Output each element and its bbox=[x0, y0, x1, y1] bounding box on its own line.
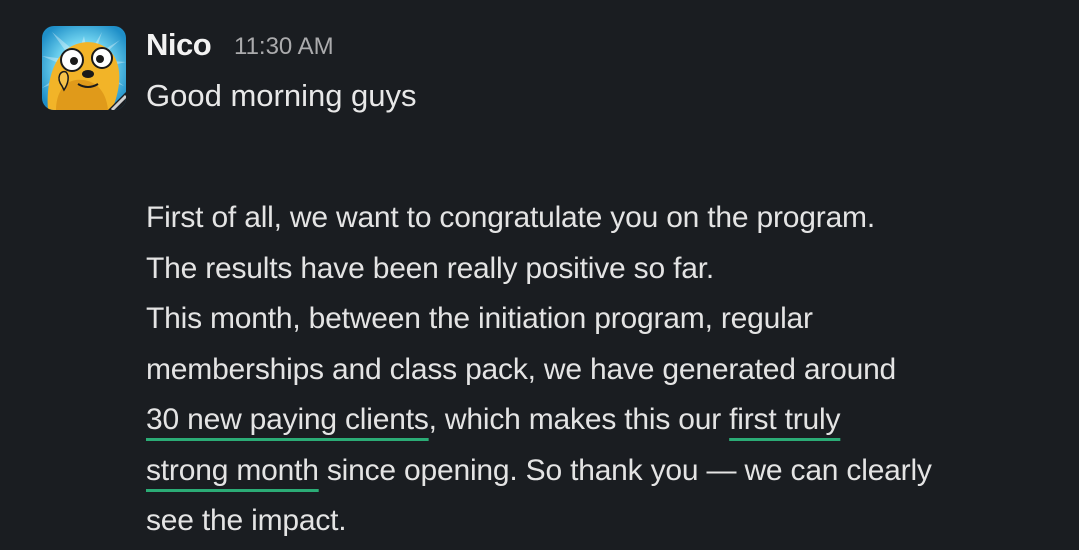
message-text: since opening. So thank you — we can cle… bbox=[318, 453, 932, 487]
message-greeting: Good morning guys bbox=[146, 78, 417, 113]
avatar[interactable] bbox=[42, 26, 126, 110]
message-line: strong month since opening. So thank you… bbox=[146, 446, 1071, 497]
message-text: , which makes this our bbox=[428, 403, 730, 436]
message-line: see the impact. bbox=[146, 504, 347, 537]
message-line: 30 new paying clients, which makes this … bbox=[146, 395, 1071, 446]
message-line: The results have been really positive so… bbox=[146, 251, 714, 285]
sender-name[interactable]: Nico bbox=[146, 25, 212, 65]
message-timestamp[interactable]: 11:30 AM bbox=[234, 31, 334, 63]
message-line: memberships and class pack, we have gene… bbox=[146, 352, 897, 386]
cartoon-dog-avatar-icon bbox=[42, 26, 126, 110]
message-line: This month, between the initiation progr… bbox=[146, 302, 813, 335]
highlighted-phrase: strong month bbox=[146, 453, 319, 487]
chat-message: Nico 11:30 AM Good morning guys First of… bbox=[0, 0, 1079, 550]
message-body: First of all, we want to congratulate yo… bbox=[146, 193, 1071, 547]
highlighted-phrase: 30 new paying clients bbox=[146, 403, 429, 436]
message-line: First of all, we want to congratulate yo… bbox=[146, 201, 875, 234]
highlighted-phrase: first truly bbox=[729, 403, 841, 436]
